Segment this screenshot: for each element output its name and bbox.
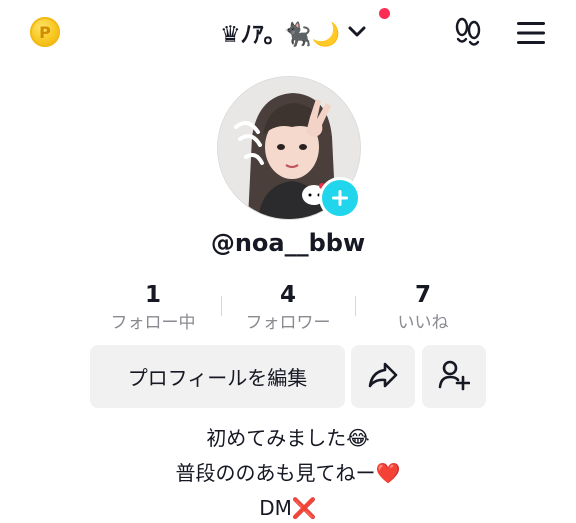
likes-stat[interactable]: 7 いいね — [358, 281, 488, 335]
bio-line: 初めてみました😂 — [206, 426, 370, 450]
share-arrow-icon — [367, 361, 399, 393]
followers-count: 4 — [279, 282, 296, 308]
plus-icon[interactable] — [319, 177, 361, 219]
chevron-down-icon — [346, 21, 368, 43]
following-stat[interactable]: 1 フォロー中 — [88, 281, 218, 335]
add-friend-icon — [438, 359, 471, 395]
followers-stat[interactable]: 4 フォロワー — [223, 281, 353, 335]
account-title: ♛ﾉｱ｡ 🐈‍⬛🌙 — [220, 22, 341, 48]
add-friend-button[interactable] — [422, 345, 486, 408]
following-count: 1 — [144, 282, 161, 308]
likes-label: いいね — [397, 313, 449, 333]
stat-divider — [355, 296, 356, 316]
footprints-icon[interactable] — [451, 16, 485, 50]
followers-label: フォロワー — [245, 313, 331, 333]
bio-line: DM❌ — [259, 496, 317, 520]
username: @noa__bbw — [210, 229, 366, 257]
share-profile-button[interactable] — [351, 345, 415, 408]
account-switcher[interactable]: ♛ﾉｱ｡ 🐈‍⬛🌙 — [220, 14, 368, 50]
hamburger-menu-icon[interactable] — [516, 19, 546, 47]
edit-profile-button[interactable]: プロフィールを編集 — [90, 345, 345, 408]
notification-dot — [379, 8, 390, 19]
coin-icon[interactable]: P — [30, 17, 60, 47]
stat-divider — [221, 296, 222, 316]
bio-line: 普段ののあも見てねー❤️ — [175, 461, 401, 485]
following-label: フォロー中 — [110, 313, 196, 333]
likes-count: 7 — [414, 282, 431, 308]
